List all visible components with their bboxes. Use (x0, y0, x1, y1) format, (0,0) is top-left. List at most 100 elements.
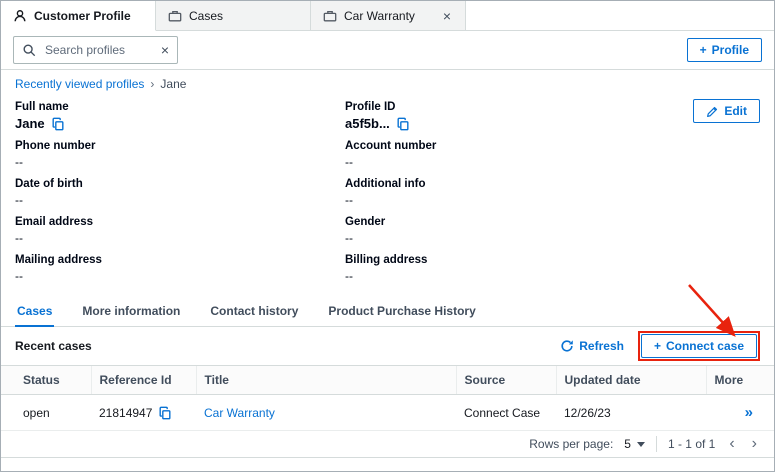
breadcrumb: Recently viewed profiles › Jane (1, 70, 774, 97)
add-profile-button[interactable]: + Profile (687, 38, 762, 62)
refresh-button[interactable]: Refresh (560, 339, 624, 353)
next-page-icon[interactable]: › (749, 436, 760, 452)
field-value: -- (345, 193, 760, 207)
rows-per-page-value: 5 (624, 437, 631, 451)
pencil-icon (706, 105, 719, 118)
field-billing-address: Billing address -- (345, 254, 760, 283)
field-label: Gender (345, 216, 760, 228)
page-range: 1 - 1 of 1 (668, 437, 715, 451)
breadcrumb-current: Jane (160, 77, 186, 91)
recent-cases-header: Recent cases Refresh + Connect case (1, 327, 774, 365)
profile-detail-tabs: Cases More information Contact history P… (1, 298, 774, 327)
table-header-row: Status Reference Id Title Source Updated… (1, 366, 774, 395)
col-header-source[interactable]: Source (456, 366, 556, 395)
field-label: Billing address (345, 254, 760, 266)
col-header-updated-date[interactable]: Updated date (556, 366, 706, 395)
cell-more: » (706, 395, 774, 431)
button-label: Edit (724, 104, 747, 118)
field-gender: Gender -- (345, 216, 760, 245)
profile-details-section: Edit Full name Jane Profile ID a5f5b... (1, 97, 774, 283)
field-label: Phone number (15, 140, 345, 152)
search-box[interactable]: × (13, 36, 178, 64)
cell-updated-date: 12/26/23 (556, 395, 706, 431)
table-row[interactable]: open 21814947 Car Warranty Connect Case … (1, 395, 774, 431)
cell-status: open (1, 395, 91, 431)
field-value: -- (345, 269, 760, 283)
field-account-number: Account number -- (345, 140, 760, 169)
button-label: Profile (712, 43, 749, 57)
field-mailing-address: Mailing address -- (15, 254, 345, 283)
tab-label: Customer Profile (34, 9, 131, 23)
col-header-more: More (706, 366, 774, 395)
tab-contact-history[interactable]: Contact history (208, 298, 300, 327)
field-label: Full name (15, 101, 345, 113)
copy-icon[interactable] (51, 117, 65, 131)
tabbar-filler (466, 1, 774, 31)
rows-per-page-label: Rows per page: (529, 437, 613, 451)
pagination-divider (656, 436, 657, 452)
field-value: -- (15, 155, 345, 169)
col-header-status[interactable]: Status (1, 366, 91, 395)
tab-label: Cases (189, 9, 223, 23)
profile-fields-grid: Full name Jane Profile ID a5f5b... (15, 101, 760, 283)
plus-icon: + (654, 339, 661, 353)
cell-reference-id: 21814947 (91, 395, 196, 431)
button-label: Connect case (666, 339, 744, 353)
search-icon (22, 43, 36, 57)
field-value: Jane (15, 116, 45, 131)
field-additional-info: Additional info -- (345, 178, 760, 207)
chevron-down-icon (637, 442, 645, 447)
field-value: -- (15, 269, 345, 283)
window-tabbar: Customer Profile Cases Car Warranty × (1, 1, 774, 31)
field-date-of-birth: Date of birth -- (15, 178, 345, 207)
field-label: Date of birth (15, 178, 345, 190)
tab-more-information[interactable]: More information (80, 298, 182, 327)
copy-icon[interactable] (396, 117, 410, 131)
breadcrumb-link-recently-viewed[interactable]: Recently viewed profiles (15, 77, 144, 91)
field-value: -- (15, 231, 345, 245)
close-tab-icon[interactable]: × (441, 9, 453, 23)
col-header-reference-id[interactable]: Reference Id (91, 366, 196, 395)
person-icon (13, 9, 27, 23)
expand-case-icon[interactable]: » (745, 404, 752, 421)
edit-profile-button[interactable]: Edit (693, 99, 760, 123)
cell-title: Car Warranty (196, 395, 456, 431)
reference-id-value: 21814947 (99, 406, 152, 420)
field-value: -- (15, 193, 345, 207)
tab-label: Car Warranty (344, 9, 415, 23)
plus-icon: + (700, 43, 707, 57)
table-pagination: Rows per page: 5 1 - 1 of 1 ‹ › (1, 431, 774, 458)
copy-icon[interactable] (158, 406, 172, 420)
rows-per-page-select[interactable]: 5 (624, 437, 645, 451)
connect-case-button[interactable]: + Connect case (641, 334, 757, 358)
briefcase-icon (323, 9, 337, 23)
col-header-title[interactable]: Title (196, 366, 456, 395)
chevron-right-icon: › (150, 77, 154, 91)
recent-cases-table: Status Reference Id Title Source Updated… (1, 365, 774, 431)
field-label: Additional info (345, 178, 760, 190)
tab-car-warranty[interactable]: Car Warranty × (311, 1, 466, 31)
profile-toolbar: × + Profile (1, 31, 774, 70)
field-email-address: Email address -- (15, 216, 345, 245)
briefcase-icon (168, 9, 182, 23)
case-title-link[interactable]: Car Warranty (204, 406, 275, 420)
tab-product-purchase-history[interactable]: Product Purchase History (326, 298, 477, 327)
section-title: Recent cases (15, 339, 92, 353)
field-label: Account number (345, 140, 760, 152)
clear-search-icon[interactable]: × (161, 43, 169, 57)
tab-cases[interactable]: Cases (156, 1, 311, 31)
button-label: Refresh (579, 339, 624, 353)
field-label: Mailing address (15, 254, 345, 266)
tab-cases-detail[interactable]: Cases (15, 298, 54, 327)
field-value: -- (345, 155, 760, 169)
cases-actions: Refresh + Connect case (560, 331, 760, 361)
search-input[interactable] (43, 42, 154, 58)
field-label: Email address (15, 216, 345, 228)
previous-page-icon[interactable]: ‹ (726, 436, 737, 452)
field-value: -- (345, 231, 760, 245)
field-phone-number: Phone number -- (15, 140, 345, 169)
cell-source: Connect Case (456, 395, 556, 431)
field-full-name: Full name Jane (15, 101, 345, 131)
tab-customer-profile[interactable]: Customer Profile (1, 1, 156, 31)
refresh-icon (560, 339, 574, 353)
